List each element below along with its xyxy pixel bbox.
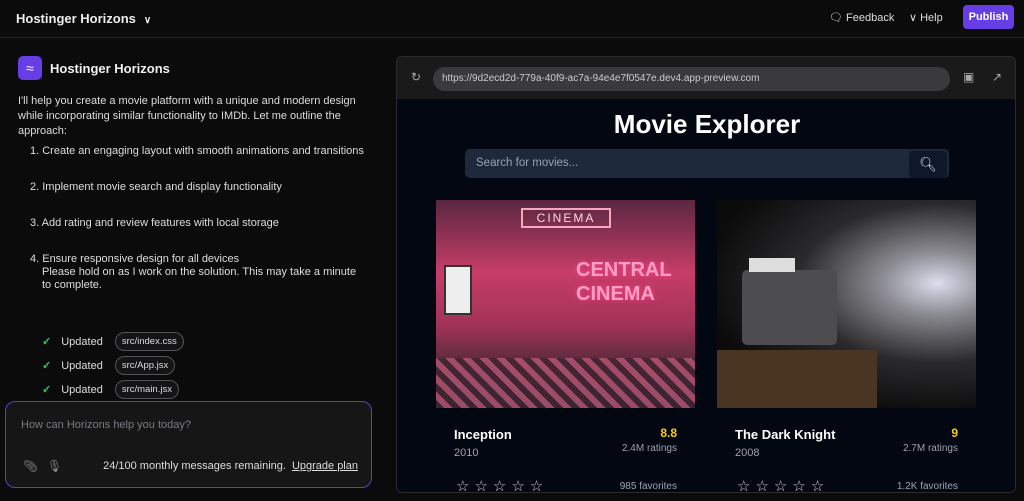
- paperclip-icon[interactable]: 📎︎: [23, 459, 38, 473]
- url-bar[interactable]: https://9d2ecd2d-779a-40f9-ac7a-94e4e7f0…: [433, 67, 950, 91]
- file-pill[interactable]: src/index.css: [115, 332, 184, 351]
- open-external-icon[interactable]: ↗: [992, 70, 1002, 84]
- movie-card[interactable]: The Dark Knight 2008 9 2.7M ratings ☆☆☆☆…: [717, 200, 976, 493]
- step-item: 2. Implement movie search and display fu…: [30, 181, 282, 194]
- messages-remaining: 24/100 monthly messages remaining.: [103, 460, 286, 472]
- upgrade-plan-link[interactable]: Upgrade plan: [292, 460, 358, 472]
- chat-bubble-icon: 🗨︎: [829, 12, 846, 24]
- browser-bar: ↻ https://9d2ecd2d-779a-40f9-ac7a-94e4e7…: [397, 57, 1016, 99]
- preview-frame: ↻ https://9d2ecd2d-779a-40f9-ac7a-94e4e7…: [396, 56, 1016, 493]
- horizons-logo-icon: ≈: [18, 56, 42, 80]
- app-title: Movie Explorer: [397, 109, 1016, 140]
- step-item: 4. Ensure responsive design for all devi…: [30, 253, 239, 266]
- check-icon: ✓: [42, 383, 51, 396]
- step-item: 3. Add rating and review features with l…: [30, 217, 279, 230]
- check-icon: ✓: [42, 335, 51, 348]
- feedback-label: Feedback: [846, 12, 894, 24]
- star-rating-input[interactable]: ☆☆☆☆☆: [456, 477, 548, 493]
- update-item: ✓ Updated src/App.jsx: [42, 356, 175, 375]
- movie-poster: CINEMA CENTRAL CINEMA: [436, 200, 695, 408]
- file-pill[interactable]: src/App.jsx: [115, 356, 175, 375]
- search-input[interactable]: Search for movies...: [476, 157, 578, 169]
- project-menu[interactable]: Hostinger Horizons ∨: [16, 11, 151, 26]
- feedback-button[interactable]: 🗨︎ Feedback: [829, 11, 894, 24]
- update-item: ✓ Updated src/index.css: [42, 332, 184, 351]
- microphone-icon[interactable]: 🎙︎: [47, 459, 62, 473]
- search-button[interactable]: 🔍︎: [909, 151, 947, 178]
- help-button[interactable]: ∨ Help: [909, 11, 943, 24]
- movie-rating: 9: [951, 426, 958, 440]
- movie-title: Inception: [454, 427, 512, 442]
- assistant-intro: I'll help you create a movie platform wi…: [18, 94, 368, 139]
- movie-year: 2008: [735, 447, 759, 459]
- movie-year: 2010: [454, 447, 478, 459]
- search-icon: 🔍︎: [919, 156, 937, 173]
- file-pill[interactable]: src/main.jsx: [115, 380, 179, 399]
- update-label: Updated: [61, 336, 103, 348]
- chevron-down-icon: ∨: [909, 12, 920, 24]
- top-bar: Hostinger Horizons ∨ 🗨︎ Feedback ∨ Help P…: [0, 0, 1024, 38]
- help-label: Help: [920, 12, 943, 24]
- movie-rating: 8.8: [660, 426, 677, 440]
- publish-button[interactable]: Publish: [963, 5, 1014, 29]
- ratings-count: 2.4M ratings: [622, 443, 677, 454]
- ratings-count: 2.7M ratings: [903, 443, 958, 454]
- favorites-count: 1.2K favorites: [897, 481, 958, 492]
- closing-text: Please hold on as I work on the solution…: [42, 266, 362, 292]
- update-item: ✓ Updated src/main.jsx: [42, 380, 179, 399]
- cinema-sign: CINEMA: [521, 208, 611, 228]
- assistant-name: Hostinger Horizons: [50, 61, 170, 76]
- check-icon: ✓: [42, 359, 51, 372]
- movie-card[interactable]: CINEMA CENTRAL CINEMA Inception 2010 8.8…: [436, 200, 695, 493]
- update-label: Updated: [61, 360, 103, 372]
- movie-title: The Dark Knight: [735, 427, 835, 442]
- movie-search[interactable]: Search for movies... 🔍︎: [465, 149, 949, 178]
- reload-icon[interactable]: ↻: [411, 70, 421, 84]
- update-label: Updated: [61, 384, 103, 396]
- composer-input[interactable]: How can Horizons help you today?: [21, 419, 191, 431]
- chat-composer[interactable]: How can Horizons help you today? 📎︎ 🎙︎ 2…: [5, 401, 372, 488]
- step-item: 1. Create an engaging layout with smooth…: [30, 145, 364, 158]
- neon-sign: CENTRAL CINEMA: [576, 258, 686, 306]
- device-toggle-icon[interactable]: ▣: [963, 70, 974, 84]
- chevron-down-icon: ∨: [144, 15, 151, 26]
- brand-label: Hostinger Horizons: [16, 11, 136, 26]
- favorites-count: 985 favorites: [620, 481, 677, 492]
- movie-poster: [717, 200, 976, 408]
- star-rating-input[interactable]: ☆☆☆☆☆: [737, 477, 829, 493]
